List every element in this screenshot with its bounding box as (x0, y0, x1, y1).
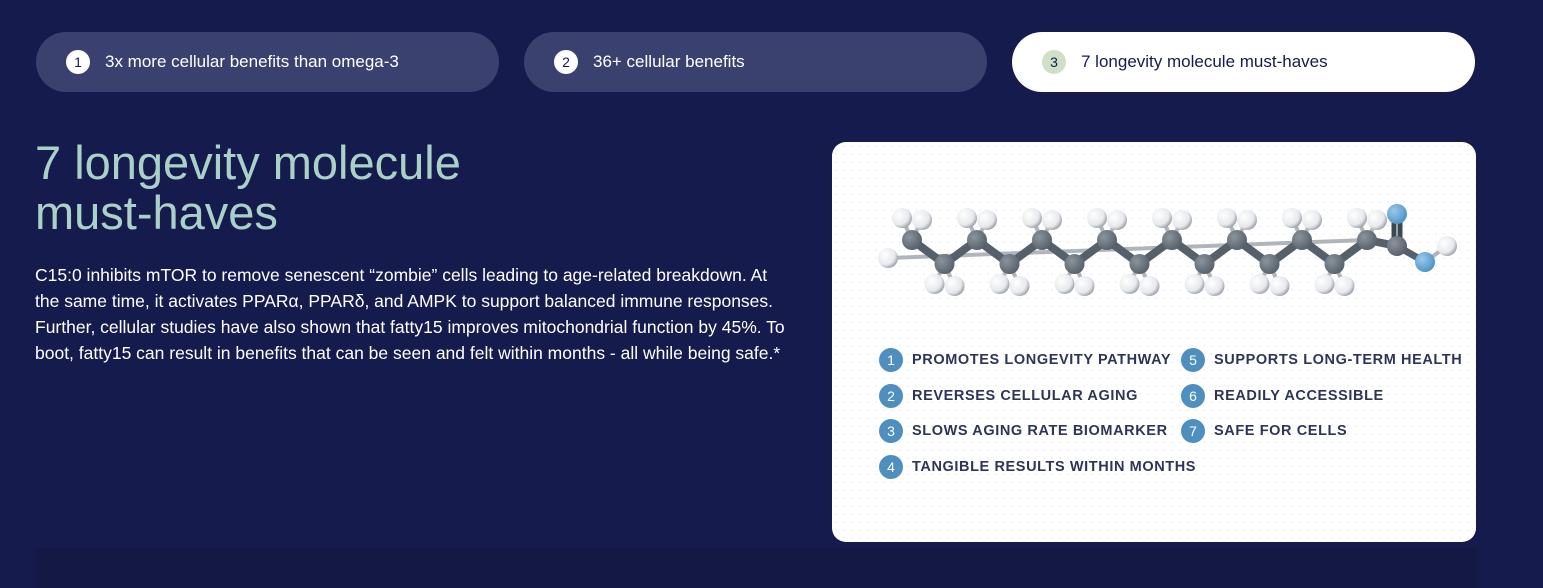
tab-number: 3 (1042, 50, 1066, 74)
feature-item: 4 TANGIBLE RESULTS WITHIN MONTHS (879, 455, 1196, 479)
feature-label: REVERSES CELLULAR AGING (912, 388, 1138, 404)
tab-number: 1 (66, 50, 90, 74)
feature-label: READILY ACCESSIBLE (1214, 388, 1384, 404)
next-section-edge (36, 548, 1476, 588)
feature-item: 2 REVERSES CELLULAR AGING (879, 384, 1138, 408)
feature-item: 7 SAFE FOR CELLS (1181, 419, 1347, 443)
feature-number-badge: 5 (1181, 348, 1205, 372)
feature-label: TANGIBLE RESULTS WITHIN MONTHS (912, 459, 1197, 475)
feature-label: SUPPORTS LONG-TERM HEALTH (1214, 352, 1463, 368)
section-title: 7 longevity molecule must-haves (35, 138, 595, 238)
tab-longevity-must-haves[interactable]: 3 7 longevity molecule must-haves (1012, 32, 1475, 92)
feature-list: 1 PROMOTES LONGEVITY PATHWAY 2 REVERSES … (832, 142, 1476, 542)
section-title-line-1: 7 longevity molecule (35, 136, 461, 189)
feature-number-badge: 1 (879, 348, 903, 372)
feature-item: 6 READILY ACCESSIBLE (1181, 384, 1384, 408)
feature-item: 3 SLOWS AGING RATE BIOMARKER (879, 419, 1168, 443)
tab-label: 7 longevity molecule must-haves (1081, 52, 1328, 71)
feature-item: 1 PROMOTES LONGEVITY PATHWAY (879, 348, 1171, 372)
tab-label: 3x more cellular benefits than omega-3 (105, 52, 399, 71)
feature-number-badge: 7 (1181, 419, 1205, 443)
tab-label: 36+ cellular benefits (593, 52, 745, 71)
section-title-line-2: must-haves (35, 186, 278, 239)
tab-omega3-comparison[interactable]: 1 3x more cellular benefits than omega-3 (36, 32, 499, 92)
feature-number-badge: 3 (879, 419, 903, 443)
feature-label: SLOWS AGING RATE BIOMARKER (912, 423, 1168, 439)
molecule-card: 1 PROMOTES LONGEVITY PATHWAY 2 REVERSES … (832, 142, 1476, 542)
feature-item: 5 SUPPORTS LONG-TERM HEALTH (1181, 348, 1462, 372)
feature-label: SAFE FOR CELLS (1214, 423, 1348, 439)
tab-number: 2 (554, 50, 578, 74)
tab-cellular-benefits[interactable]: 2 36+ cellular benefits (524, 32, 987, 92)
feature-label: PROMOTES LONGEVITY PATHWAY (912, 352, 1172, 368)
feature-number-badge: 4 (879, 455, 903, 479)
tab-bar: 1 3x more cellular benefits than omega-3… (36, 32, 1475, 92)
feature-number-badge: 2 (879, 384, 903, 408)
feature-number-badge: 6 (1181, 384, 1205, 408)
section-description: C15:0 inhibits mTOR to remove senescent … (35, 265, 785, 363)
